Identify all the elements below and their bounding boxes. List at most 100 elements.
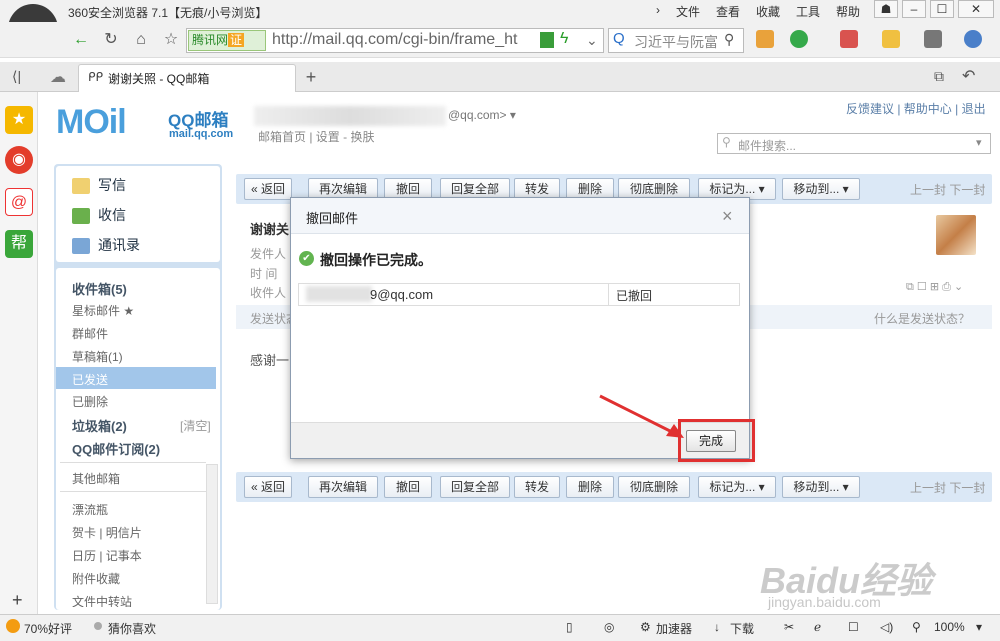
drift-bottle-link[interactable]: 漂流瓶 bbox=[72, 501, 108, 518]
folder-scrollbar[interactable] bbox=[206, 464, 218, 604]
accelerator-button[interactable]: 加速器 bbox=[656, 620, 692, 637]
delete-button[interactable]: 删除 bbox=[566, 476, 614, 498]
back-icon[interactable]: ← bbox=[68, 28, 94, 52]
sidebar-toggle-icon[interactable]: ⟨| bbox=[12, 68, 21, 85]
help-app-icon[interactable]: 帮 bbox=[5, 230, 33, 258]
folder-drafts[interactable]: 草稿箱(1) bbox=[72, 348, 123, 365]
cloud-icon[interactable]: ☁ bbox=[50, 67, 66, 87]
rating-icon[interactable] bbox=[6, 619, 20, 633]
menu-view[interactable]: 查看 bbox=[716, 3, 740, 20]
screenshot-icon[interactable] bbox=[924, 30, 942, 48]
mail-at-icon[interactable]: @ bbox=[5, 188, 33, 216]
phone-icon[interactable]: ▯ bbox=[566, 620, 573, 634]
calendar-link[interactable]: 日历 | 记事本 bbox=[72, 547, 142, 564]
move-to-dropdown[interactable]: 移动到... ▾ bbox=[782, 178, 860, 200]
minimize-button[interactable]: – bbox=[902, 0, 926, 18]
back-button[interactable]: « 返回 bbox=[244, 476, 292, 498]
url-text[interactable]: http://mail.qq.com/cgi-bin/frame_ht bbox=[272, 31, 534, 49]
folder-deleted[interactable]: 已删除 bbox=[72, 393, 108, 410]
highlight-box bbox=[678, 419, 755, 462]
account-links[interactable]: 邮箱首页 | 设置 - 换肤 bbox=[258, 128, 374, 145]
dialog-close-icon[interactable]: × bbox=[722, 206, 733, 227]
zoom-dropdown-icon[interactable]: ▾ bbox=[976, 620, 982, 634]
cards-link[interactable]: 贺卡 | 明信片 bbox=[72, 524, 142, 541]
qr-icon[interactable] bbox=[540, 32, 554, 48]
favorites-star-icon[interactable]: ★ bbox=[5, 106, 33, 134]
rating-text[interactable]: 70%好评 bbox=[24, 620, 72, 637]
volume-icon[interactable]: ◁) bbox=[880, 620, 893, 634]
folder-starred[interactable]: 星标邮件 ★ bbox=[72, 302, 134, 319]
close-window-button[interactable]: ✕ bbox=[958, 0, 994, 18]
security-shield-icon[interactable] bbox=[790, 30, 808, 48]
clear-spam-link[interactable]: [清空] bbox=[180, 417, 211, 434]
search-engine-icon[interactable]: Q bbox=[613, 30, 625, 47]
search-text[interactable]: 习近平与阮富 bbox=[634, 32, 722, 52]
receive-button[interactable]: 收信 bbox=[72, 205, 126, 225]
screenshot-icon[interactable]: ✂ bbox=[784, 620, 794, 634]
apps-grid-icon[interactable] bbox=[756, 30, 774, 48]
window-icon[interactable]: ☐ bbox=[848, 620, 859, 634]
tab-title[interactable]: 谢谢关照 - QQ邮箱 bbox=[108, 70, 209, 87]
move-to-dropdown[interactable]: 移动到... ▾ bbox=[782, 476, 860, 498]
lightning-icon[interactable]: ϟ bbox=[560, 30, 568, 48]
refresh-icon[interactable]: ↻ bbox=[98, 28, 124, 52]
folder-subscriptions[interactable]: QQ邮件订阅(2) bbox=[72, 439, 160, 458]
forward-button[interactable]: 转发 bbox=[514, 476, 560, 498]
mark-as-dropdown[interactable]: 标记为... ▾ bbox=[698, 476, 776, 498]
permanent-delete-button[interactable]: 彻底删除 bbox=[618, 476, 690, 498]
send-status-help-link[interactable]: 什么是发送状态？ bbox=[874, 310, 970, 327]
prev-next-links[interactable]: 上一封 下一封 bbox=[910, 479, 985, 496]
back-button[interactable]: « 返回 bbox=[244, 178, 292, 200]
reply-all-button[interactable]: 回复全部 bbox=[440, 476, 510, 498]
account-suffix[interactable]: @qq.com> ▾ bbox=[448, 108, 516, 122]
file-transfer-link[interactable]: 文件中转站 bbox=[72, 593, 132, 607]
zoom-icon[interactable]: ⚲ bbox=[912, 620, 921, 634]
table-divider bbox=[608, 283, 609, 306]
reedit-button[interactable]: 再次编辑 bbox=[308, 476, 378, 498]
restore-tabs-icon[interactable]: ⧉ bbox=[934, 68, 944, 85]
prev-next-links[interactable]: 上一封 下一封 bbox=[910, 181, 985, 198]
cert-badge[interactable]: 腾讯网证 bbox=[188, 30, 266, 51]
maximize-button[interactable]: ☐ bbox=[930, 0, 954, 18]
chevron-down-icon[interactable]: ⌄ bbox=[586, 32, 598, 49]
folder-inbox[interactable]: 收件箱(5) bbox=[72, 279, 127, 298]
folder-sent[interactable]: 已发送 bbox=[72, 371, 108, 388]
menu-help[interactable]: 帮助 bbox=[836, 3, 860, 20]
contacts-button[interactable]: 通讯录 bbox=[72, 235, 140, 255]
new-tab-button[interactable]: + bbox=[300, 66, 322, 88]
cert-icon: 证 bbox=[228, 33, 245, 47]
menu-chevron-icon[interactable]: › bbox=[656, 3, 660, 17]
mail-logo[interactable]: MOil bbox=[56, 103, 127, 142]
search-dropdown-icon[interactable]: ▾ bbox=[976, 136, 982, 149]
guess-like-link[interactable]: 猜你喜欢 bbox=[108, 620, 156, 637]
menu-tools[interactable]: 工具 bbox=[796, 3, 820, 20]
skin-icon[interactable]: ☗ bbox=[874, 0, 898, 18]
download-icon[interactable]: ↓ bbox=[714, 620, 720, 634]
top-links[interactable]: 反馈建议 | 帮助中心 | 退出 bbox=[846, 100, 986, 117]
folder-other-mailboxes[interactable]: 其他邮箱 bbox=[72, 470, 120, 487]
translate-icon[interactable] bbox=[840, 30, 858, 48]
attachments-link[interactable]: 附件收藏 bbox=[72, 570, 120, 587]
folder-divider bbox=[60, 491, 206, 492]
ie-icon[interactable]: ℯ bbox=[814, 620, 821, 634]
gift-icon[interactable] bbox=[882, 30, 900, 48]
weibo-icon[interactable]: ◉ bbox=[5, 146, 33, 174]
zoom-level[interactable]: 100% bbox=[934, 620, 965, 634]
folder-group[interactable]: 群邮件 bbox=[72, 325, 108, 342]
find-icon[interactable] bbox=[964, 30, 982, 48]
add-app-button[interactable]: + bbox=[12, 590, 23, 611]
recall-button[interactable]: 撤回 bbox=[384, 476, 432, 498]
bookmark-star-icon[interactable]: ☆ bbox=[158, 28, 184, 52]
mail-actions-icon[interactable]: ⧉ ☐ ⊞ ⎙ ⌄ bbox=[906, 280, 963, 294]
undo-close-icon[interactable]: ↶ bbox=[962, 66, 975, 86]
menu-file[interactable]: 文件 bbox=[676, 3, 700, 20]
folder-spam[interactable]: 垃圾箱(2) bbox=[72, 416, 127, 435]
menu-favorites[interactable]: 收藏 bbox=[756, 3, 780, 20]
accelerator-icon[interactable]: ⚙ bbox=[640, 620, 651, 634]
download-button[interactable]: 下载 bbox=[730, 620, 754, 637]
home-icon[interactable]: ⌂ bbox=[128, 28, 154, 52]
compose-button[interactable]: 写信 bbox=[72, 175, 126, 195]
sender-avatar[interactable] bbox=[936, 215, 976, 255]
search-icon[interactable]: ⚲ bbox=[724, 31, 734, 48]
compass-icon[interactable]: ◎ bbox=[604, 620, 614, 634]
